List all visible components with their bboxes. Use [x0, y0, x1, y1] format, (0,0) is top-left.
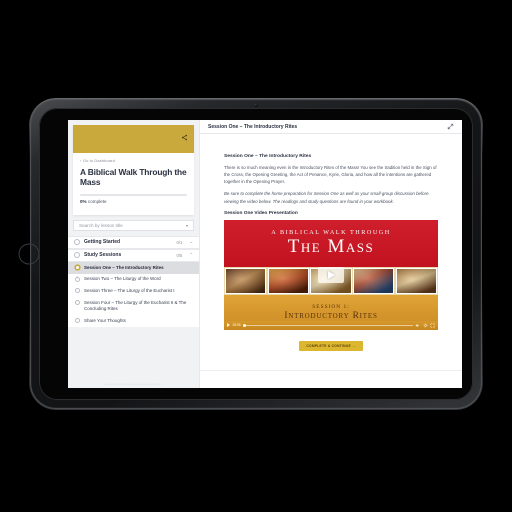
sidebar-footer-text: • • • • • • • • • • • • • • • • • • • • …: [104, 383, 163, 386]
chevron-down-icon: ▾: [185, 222, 188, 228]
nativity-thumbnail: [225, 267, 267, 294]
course-progress: 0% complete: [80, 194, 187, 204]
video-controls-bar[interactable]: 28:55: [224, 321, 438, 330]
volume-icon[interactable]: [415, 323, 420, 328]
progress-track: [80, 194, 187, 196]
lesson-content-scroll[interactable]: Session One – The Introductory Rites The…: [200, 134, 462, 370]
lesson-status-circle: [74, 318, 80, 324]
lesson-status-col: [74, 287, 80, 294]
progress-suffix: complete: [86, 199, 107, 205]
share-icon[interactable]: [181, 134, 188, 141]
lesson-search-placeholder: Search by lesson title: [79, 222, 123, 228]
lesson-item-session-four[interactable]: Session Four – The Liturgy of the Euchar…: [68, 297, 199, 315]
lesson-list: Getting Started 0/1 ⌄ Study Sessions 0/5…: [68, 235, 199, 388]
lesson-header-bar: Session One – The Introductory Rites: [200, 120, 462, 134]
screenshot-canvas: ‹ Go to Dashboard A Biblical Walk Throug…: [0, 0, 512, 512]
lesson-item-session-one[interactable]: Session One – The Introductory Rites: [68, 261, 199, 274]
play-button[interactable]: [318, 266, 344, 283]
lesson-item-session-three[interactable]: Session Three – The Liturgy of the Eucha…: [68, 285, 199, 297]
crucifixion-thumbnail: [267, 267, 310, 294]
course-sidebar: ‹ Go to Dashboard A Biblical Walk Throug…: [68, 120, 199, 388]
section-label: Study Sessions: [84, 252, 122, 259]
annunciation-thumbnail: [352, 267, 395, 294]
video-session-title: Introductory Rites: [284, 310, 378, 321]
course-title: A Biblical Walk Through the Mass: [80, 166, 187, 188]
sidebar-section-getting-started[interactable]: Getting Started 0/1 ⌄: [68, 235, 199, 249]
home-button[interactable]: [20, 245, 39, 264]
lesson-heading: Session One – The Introductory Rites: [224, 154, 312, 159]
lesson-header-title: Session One – The Introductory Rites: [208, 123, 298, 130]
lesson-item-share-your-thoughts[interactable]: Share Your Thoughts: [68, 315, 199, 327]
expand-arrows-icon[interactable]: [447, 123, 454, 130]
lesson-label: Share Your Thoughts: [84, 317, 126, 323]
complete-and-continue-button[interactable]: COMPLETE & CONTINUE →: [299, 340, 363, 351]
lesson-status-col: [74, 276, 80, 282]
chevron-down-icon[interactable]: ⌄: [189, 239, 193, 245]
complete-continue-wrap: COMPLETE & CONTINUE →: [224, 337, 438, 357]
lesson-label: Session One – The Introductory Rites: [84, 264, 164, 270]
go-to-dashboard-link[interactable]: ‹ Go to Dashboard: [80, 158, 187, 163]
lesson-label: Session Four – The Liturgy of the Euchar…: [84, 299, 187, 312]
lesson-item-session-two[interactable]: Session Two – The Liturgy of the Word: [68, 274, 199, 286]
course-header-banner: [73, 125, 194, 153]
video-title-banner: A Biblical Walk Through The Mass: [224, 219, 438, 267]
course-info-card: ‹ Go to Dashboard A Biblical Walk Throug…: [73, 125, 194, 215]
lesson-label: Session Three – The Liturgy of the Eucha…: [84, 287, 175, 293]
play-icon[interactable]: [227, 323, 230, 328]
video-duration: 28:55: [232, 323, 241, 328]
lesson-status-circle: [74, 276, 80, 282]
lesson-status-circle: [74, 264, 80, 270]
fullscreen-icon[interactable]: [430, 323, 435, 328]
lesson-status-circle: [74, 288, 80, 294]
video-title-large: The Mass: [287, 236, 375, 258]
lesson-main-panel: Session One – The Introductory Rites Ses…: [199, 120, 462, 388]
section-label: Getting Started: [84, 239, 121, 246]
progress-percent: 0%: [80, 199, 87, 205]
tablet-device-frame: ‹ Go to Dashboard A Biblical Walk Throug…: [30, 99, 482, 409]
front-camera: [254, 103, 258, 107]
course-info-body: ‹ Go to Dashboard A Biblical Walk Throug…: [73, 153, 194, 215]
lesson-status-col: [74, 264, 80, 270]
chevron-left-icon: ‹: [80, 157, 82, 163]
lesson-content: Session One – The Introductory Rites The…: [212, 136, 450, 365]
lesson-subheading: Session One Video Presentation: [224, 210, 298, 216]
chevron-up-icon[interactable]: ⌃: [189, 252, 193, 258]
section-status-circle: [74, 239, 80, 246]
last-supper-thumbnail: [395, 267, 438, 294]
section-count: 0/1: [176, 239, 183, 245]
lesson-label: Session Two – The Liturgy of the Word: [84, 276, 161, 282]
tablet-screen: ‹ Go to Dashboard A Biblical Walk Throug…: [68, 120, 462, 388]
section-status-circle: [74, 252, 80, 259]
sidebar-section-study-sessions[interactable]: Study Sessions 0/5 ⌃: [68, 248, 199, 262]
lesson-search-input[interactable]: Search by lesson title ▾: [73, 219, 194, 231]
video-title-small: A Biblical Walk Through: [271, 229, 391, 237]
lesson-status-col: [74, 317, 80, 324]
lesson-status-col: [74, 299, 80, 306]
lesson-emphasis-note: Be sure to complete the home preparation…: [224, 191, 429, 204]
lesson-rows: Session One – The Introductory Rites Ses…: [68, 261, 199, 327]
lesson-status-circle: [74, 300, 80, 306]
play-icon: [327, 270, 335, 279]
video-player[interactable]: A Biblical Walk Through The Mass: [224, 219, 438, 330]
section-count: 0/5: [176, 252, 183, 258]
video-seek-bar[interactable]: [242, 323, 413, 327]
go-to-dashboard-label: Go to Dashboard: [82, 158, 115, 163]
progress-label: 0% complete: [80, 199, 187, 204]
gear-icon[interactable]: [423, 323, 428, 328]
lesson-footer: [200, 370, 462, 388]
video-session-label: Session 1:: [312, 303, 350, 310]
lesson-paragraph: There is so much meaning even in the Int…: [224, 165, 437, 185]
